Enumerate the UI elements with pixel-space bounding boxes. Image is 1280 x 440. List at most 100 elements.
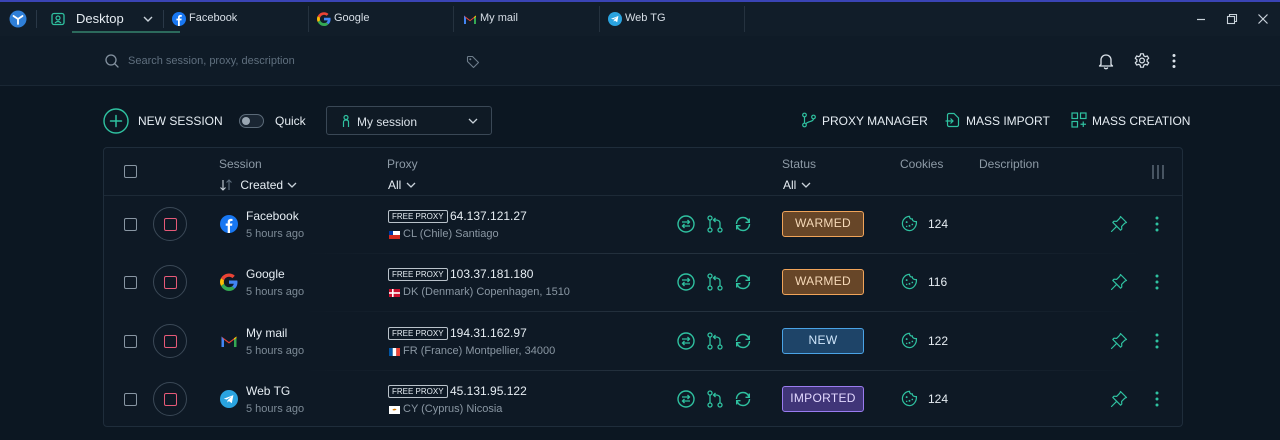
select-all-checkbox[interactable]: [124, 165, 137, 178]
swap-icon[interactable]: [676, 331, 696, 351]
row-checkbox[interactable]: [124, 218, 137, 231]
session-name[interactable]: Google: [246, 267, 285, 281]
more-vertical-icon[interactable]: [1165, 52, 1183, 70]
table-row[interactable]: Facebook 5 hours ago FREE PROXY 64.137.121.…: [104, 196, 1182, 254]
proxy-network-icon: [802, 112, 816, 128]
session-select-value: My session: [357, 115, 418, 129]
status-badge[interactable]: NEW: [782, 327, 864, 354]
stop-session-button[interactable]: [153, 265, 187, 300]
row-checkbox[interactable]: [124, 276, 137, 290]
google-icon: [317, 12, 331, 26]
minimize-icon[interactable]: [1194, 12, 1208, 26]
tag-icon[interactable]: [466, 55, 480, 69]
chevron-down-icon: [406, 182, 416, 188]
tab-web-tg[interactable]: Web TG: [605, 6, 745, 32]
tab-label: My mail: [480, 12, 518, 24]
tab-my-mail[interactable]: My mail: [460, 6, 600, 32]
session-sort-label: Created: [240, 178, 284, 192]
status-filter[interactable]: All: [783, 178, 812, 192]
table-row[interactable]: Web TG 5 hours ago FREE PROXY 45.131.95.122…: [104, 371, 1182, 426]
session-sort[interactable]: Created: [219, 178, 298, 192]
proxy-filter-label: All: [388, 178, 402, 192]
close-icon[interactable]: [1256, 12, 1270, 26]
proxy-network-icon[interactable]: [705, 389, 725, 409]
row-checkbox[interactable]: [124, 334, 137, 348]
tab-label: Google: [334, 12, 370, 24]
proxy-ip: 45.131.95.122: [450, 383, 527, 398]
person-icon: [342, 114, 350, 127]
gmail-icon: [464, 15, 476, 24]
status-badge[interactable]: IMPORTED: [782, 385, 864, 412]
pin-icon[interactable]: [1110, 273, 1128, 291]
pin-icon[interactable]: [1110, 332, 1128, 350]
stop-icon: [164, 276, 177, 290]
bell-icon[interactable]: [1097, 52, 1115, 70]
cookie-icon[interactable]: [901, 215, 918, 232]
header-session: Session: [219, 157, 262, 171]
tab-label: Facebook: [189, 12, 238, 24]
session-type-select[interactable]: My session: [326, 106, 492, 135]
proxy-ip: 103.37.181.180: [450, 267, 534, 282]
refresh-icon[interactable]: [733, 272, 753, 292]
workspace-label: Desktop: [76, 11, 124, 26]
session-name[interactable]: Web TG: [246, 384, 290, 398]
restore-icon[interactable]: [1225, 12, 1239, 26]
header-proxy: Proxy: [387, 157, 418, 171]
stop-session-button[interactable]: [153, 207, 187, 241]
status-filter-label: All: [783, 178, 797, 192]
cookie-icon[interactable]: [901, 332, 918, 349]
stop-icon: [164, 218, 177, 231]
search-input[interactable]: [128, 50, 458, 72]
session-name[interactable]: Facebook: [246, 209, 299, 223]
search-icon: [105, 54, 119, 68]
facebook-icon: [172, 12, 186, 26]
search-bar: [0, 36, 1280, 86]
session-time: 5 hours ago: [246, 286, 305, 299]
columns-icon[interactable]: [1150, 164, 1166, 180]
more-vertical-icon[interactable]: [1150, 215, 1164, 233]
status-badge[interactable]: WARMED: [782, 211, 864, 237]
stop-session-button[interactable]: [153, 323, 187, 358]
proxy-location: FR (France) Montpellier, 34000: [403, 344, 556, 357]
tab-google[interactable]: Google: [314, 6, 454, 32]
pin-icon[interactable]: [1110, 215, 1128, 233]
cookie-icon[interactable]: [901, 273, 918, 290]
gmail-icon: [220, 332, 238, 350]
proxy-network-icon[interactable]: [705, 272, 725, 292]
more-vertical-icon[interactable]: [1150, 273, 1164, 291]
cookie-icon[interactable]: [901, 390, 918, 407]
refresh-icon[interactable]: [733, 331, 753, 351]
workspace-selector[interactable]: Desktop: [46, 2, 180, 36]
swap-icon[interactable]: [676, 389, 696, 409]
refresh-icon[interactable]: [733, 214, 753, 234]
row-checkbox[interactable]: [124, 392, 137, 406]
status-badge[interactable]: WARMED: [782, 269, 864, 296]
proxy-network-icon[interactable]: [705, 331, 725, 351]
session-time: 5 hours ago: [246, 402, 305, 415]
tab-label: Web TG: [625, 12, 666, 24]
proxy-location: DK (Denmark) Copenhagen, 1510: [403, 286, 570, 299]
stop-session-button[interactable]: [153, 381, 187, 416]
chevron-down-icon[interactable]: [142, 13, 154, 25]
table-row[interactable]: My mail 5 hours ago FREE PROXY 194.31.162.9…: [104, 313, 1182, 371]
session-name[interactable]: My mail: [246, 326, 287, 340]
quick-toggle[interactable]: [239, 114, 264, 128]
swap-icon[interactable]: [676, 272, 696, 292]
refresh-icon[interactable]: [733, 389, 753, 409]
swap-icon[interactable]: [676, 214, 696, 234]
proxy-filter[interactable]: All: [388, 178, 417, 192]
pin-icon[interactable]: [1110, 390, 1128, 408]
proxy-badge: FREE PROXY: [388, 326, 448, 340]
table-row[interactable]: Google 5 hours ago FREE PROXY 103.37.181.18…: [104, 254, 1182, 313]
tab-facebook[interactable]: Facebook: [169, 6, 309, 32]
gear-icon[interactable]: [1133, 52, 1151, 70]
proxy-badge: FREE PROXY: [388, 210, 448, 223]
flag-cy-icon: [389, 405, 400, 414]
more-vertical-icon[interactable]: [1150, 332, 1164, 350]
header-cookies: Cookies: [900, 157, 944, 171]
app-logo-icon[interactable]: [9, 10, 27, 28]
grid-plus-icon: [1071, 112, 1087, 128]
divider: [36, 10, 37, 28]
more-vertical-icon[interactable]: [1150, 390, 1164, 408]
proxy-network-icon[interactable]: [705, 214, 725, 234]
